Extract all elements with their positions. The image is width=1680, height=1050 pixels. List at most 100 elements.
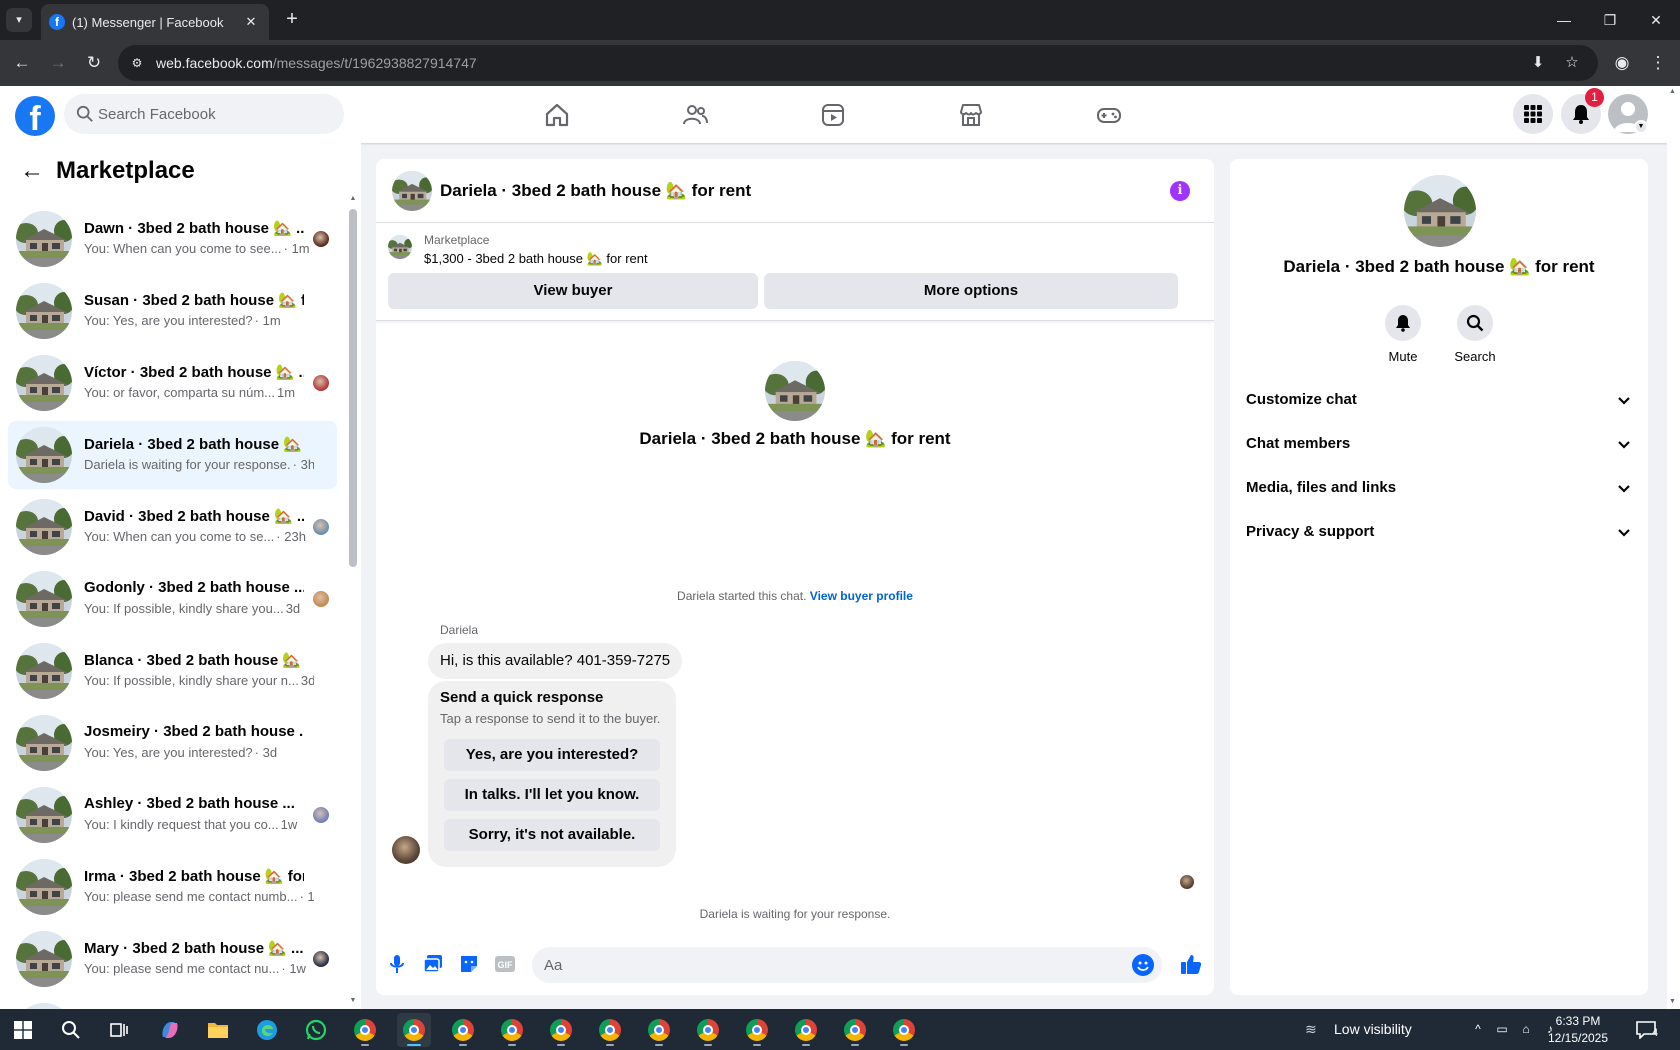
clock-date[interactable]: 12/15/2025: [1538, 1031, 1618, 1045]
conversation-item[interactable]: Víctor · 3bed 2 bath house 🏡 ... You: or …: [8, 349, 337, 417]
facebook-logo-icon[interactable]: f: [15, 96, 55, 136]
search-conversation-button[interactable]: Search: [1447, 305, 1503, 364]
forward-icon[interactable]: →: [44, 49, 72, 77]
chrome-window-3[interactable]: [446, 1013, 480, 1047]
copilot-icon[interactable]: [153, 1013, 187, 1047]
task-view-icon[interactable]: [102, 1013, 136, 1047]
tab-close-icon[interactable]: ✕: [241, 12, 261, 32]
nav-home[interactable]: [501, 90, 613, 140]
conversation-item[interactable]: Mary · 3bed 2 bath house 🏡 ... You: pleas…: [8, 925, 337, 993]
gif-icon[interactable]: GIF: [494, 953, 516, 975]
chrome-window-10[interactable]: [789, 1013, 823, 1047]
weather-fog-icon[interactable]: ≋: [1305, 1020, 1327, 1038]
nav-friends[interactable]: [639, 90, 751, 140]
chrome-window-12[interactable]: [887, 1013, 921, 1047]
info-icon[interactable]: i: [1170, 181, 1190, 201]
sender-avatar[interactable]: [392, 836, 420, 864]
sidebar-scroll-thumb[interactable]: [349, 209, 357, 567]
back-icon[interactable]: ←: [8, 49, 36, 77]
restore-window-icon[interactable]: ❐: [1587, 0, 1633, 40]
chrome-window-9[interactable]: [740, 1013, 774, 1047]
chrome-window-7[interactable]: [642, 1013, 676, 1047]
details-thumbnail[interactable]: [1404, 175, 1476, 247]
quick-response-yes-button[interactable]: Yes, are you interested?: [444, 739, 660, 771]
browser-menu-icon[interactable]: ⋮: [1644, 49, 1672, 77]
browser-tab-active[interactable]: f (1) Messenger | Facebook ✕: [41, 4, 269, 40]
photo-icon[interactable]: [422, 953, 444, 975]
quick-response-talks-button[interactable]: In talks. I'll let you know.: [444, 779, 660, 811]
taskbar-search-icon[interactable]: [54, 1013, 88, 1047]
account-caret-icon[interactable]: ▼: [1634, 120, 1648, 134]
sticker-icon[interactable]: [458, 953, 480, 975]
chrome-window-2[interactable]: [397, 1013, 431, 1047]
page-scroll-up-icon[interactable]: ▲: [1669, 88, 1676, 95]
chat-title[interactable]: Dariela · 3bed 2 bath house 🏡 for rent: [440, 181, 751, 201]
bookmark-star-icon[interactable]: ☆: [1562, 53, 1582, 73]
chrome-window-4[interactable]: [495, 1013, 529, 1047]
page-scrollbar[interactable]: ▲ ▼: [1667, 86, 1680, 1009]
site-info-icon[interactable]: ⚙: [128, 54, 146, 72]
meet-now-icon[interactable]: ▭: [1494, 1021, 1510, 1037]
scroll-up-icon[interactable]: ▲: [349, 195, 357, 202]
back-arrow-icon[interactable]: ←: [20, 159, 44, 183]
nav-marketplace[interactable]: [915, 90, 1027, 140]
conversation-item[interactable]: Dawn · 3bed 2 bath house 🏡 ... You: When …: [8, 205, 337, 273]
tab-search-dropdown-icon[interactable]: ▾: [6, 8, 32, 32]
quick-response-unavailable-button[interactable]: Sorry, it's not available.: [444, 819, 660, 851]
listing-thumbnail[interactable]: [392, 171, 432, 211]
chrome-window-8[interactable]: [691, 1013, 725, 1047]
install-app-icon[interactable]: ⬇: [1528, 53, 1548, 73]
conversation-item[interactable]: Godonly · 3bed 2 bath house ... You: If p…: [8, 565, 337, 633]
customize-chat-section[interactable]: Customize chat: [1246, 380, 1632, 420]
weather-text[interactable]: Low visibility: [1334, 1021, 1412, 1037]
clock-time[interactable]: 6:33 PM: [1538, 1014, 1618, 1028]
sidebar-scrollbar[interactable]: ▲ ▼: [349, 195, 357, 1009]
chrome-window-1[interactable]: [348, 1013, 382, 1047]
facebook-search[interactable]: [64, 94, 344, 134]
file-explorer-icon[interactable]: [201, 1013, 235, 1047]
incoming-message[interactable]: Hi, is this available? 401-359-7275: [428, 643, 683, 679]
conversation-item[interactable]: Susan · 3bed 2 bath house 🏡 fo... You: Ye…: [8, 277, 337, 345]
menu-grid-button[interactable]: [1513, 94, 1553, 134]
conversation-item[interactable]: David · 3bed 2 bath house 🏡 ... You: When…: [8, 493, 337, 561]
profile-icon[interactable]: ◉: [1608, 49, 1636, 77]
whatsapp-icon[interactable]: [299, 1013, 333, 1047]
media-files-links-section[interactable]: Media, files and links: [1246, 468, 1632, 508]
chrome-window-11[interactable]: [838, 1013, 872, 1047]
conversation-item[interactable]: Blanca · 3bed 2 bath house 🏡 f... You: If…: [8, 637, 337, 705]
view-buyer-button[interactable]: View buyer: [388, 273, 758, 309]
minimize-window-icon[interactable]: —: [1541, 0, 1587, 40]
url-text[interactable]: web.facebook.com/messages/t/196293882791…: [156, 55, 477, 71]
conversation-item[interactable]: Ashley · 3bed 2 bath house ... You: I kin…: [8, 781, 337, 849]
nav-video[interactable]: [777, 90, 889, 140]
conversation-item[interactable]: Josmeiry · 3bed 2 bath house ... You: Yes…: [8, 709, 337, 777]
page-scroll-down-icon[interactable]: ▼: [1669, 998, 1676, 1005]
chat-members-section[interactable]: Chat members: [1246, 424, 1632, 464]
notification-center-icon[interactable]: 4: [1636, 1019, 1666, 1041]
nav-gaming[interactable]: [1053, 90, 1165, 140]
privacy-support-section[interactable]: Privacy & support: [1246, 512, 1632, 552]
close-window-icon[interactable]: ✕: [1633, 0, 1679, 40]
conversation-item[interactable]: Fanny · 3bed 2 bath house 🏡: [8, 997, 337, 1009]
mute-button[interactable]: Mute: [1375, 305, 1431, 364]
show-hidden-icons-icon[interactable]: ^: [1470, 1021, 1486, 1037]
message-input[interactable]: [544, 947, 1114, 983]
conversation-item[interactable]: Dariela · 3bed 2 bath house 🏡 f... Dariel…: [8, 421, 337, 489]
emoji-icon[interactable]: [1132, 954, 1154, 976]
edge-browser-icon[interactable]: [250, 1013, 284, 1047]
like-thumbs-up-icon[interactable]: [1180, 953, 1202, 975]
chrome-window-5[interactable]: [544, 1013, 578, 1047]
start-windows-icon[interactable]: [6, 1013, 40, 1047]
chrome-window-6[interactable]: [593, 1013, 627, 1047]
network-icon[interactable]: ⌂: [1518, 1021, 1534, 1037]
conversation-item[interactable]: Irma · 3bed 2 bath house 🏡 for ... You: p…: [8, 853, 337, 921]
scroll-down-icon[interactable]: ▼: [349, 997, 357, 1004]
view-buyer-profile-link[interactable]: View buyer profile: [810, 589, 913, 603]
reload-icon[interactable]: ↻: [80, 49, 108, 77]
microphone-icon[interactable]: [386, 953, 408, 975]
address-bar[interactable]: ⚙ web.facebook.com/messages/t/1962938827…: [118, 45, 1598, 81]
search-input[interactable]: [98, 94, 328, 134]
message-composer[interactable]: [532, 947, 1162, 983]
new-tab-icon[interactable]: +: [280, 8, 304, 32]
more-options-button[interactable]: More options: [764, 273, 1178, 309]
